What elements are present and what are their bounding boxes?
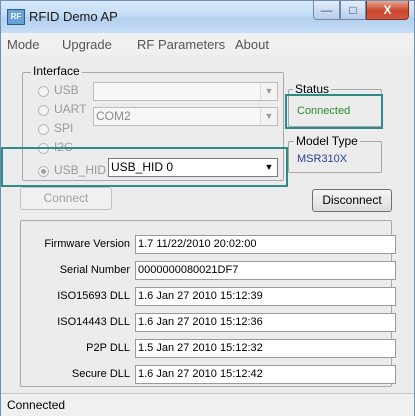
close-button[interactable]: X (366, 1, 409, 20)
radio-uart[interactable] (38, 105, 49, 116)
connect-button[interactable]: Connect (20, 187, 112, 210)
serial-number-label: Serial Number (59, 264, 130, 276)
iso15693-dll-label: ISO15693 DLL (57, 290, 130, 302)
disconnect-button[interactable]: Disconnect (312, 189, 392, 212)
app-window: RF RFID Demo AP — □ X Mode Upgrade RF Pa… (0, 0, 415, 416)
firmware-version-label: Firmware Version (44, 238, 130, 250)
window-title: RFID Demo AP (29, 9, 118, 24)
chevron-down-icon[interactable]: ▼ (260, 83, 277, 100)
radio-usb[interactable] (38, 86, 49, 97)
firmware-version-field: 1.7 11/22/2010 20:02:00 (135, 235, 396, 254)
interface-group-label: Interface (31, 64, 82, 78)
p2p-dll-field: 1.5 Jan 27 2010 15:12:32 (135, 339, 396, 358)
status-value: Connected (297, 105, 351, 117)
minimize-button[interactable]: — (313, 1, 340, 20)
iso14443-dll-field: 1.6 Jan 27 2010 15:12:36 (135, 313, 396, 332)
uart-port-combo-value: COM2 (96, 109, 131, 123)
usb-hid-highlight (1, 147, 288, 187)
menu-bar: Mode Upgrade RF Parameters About (1, 33, 414, 55)
status-bar: Connected (1, 393, 414, 416)
device-info-group: Firmware Version 1.7 11/22/2010 20:02:00… (20, 220, 396, 387)
serial-number-field: 0000000080021DF7 (135, 261, 396, 280)
menu-mode[interactable]: Mode (7, 37, 40, 52)
radio-uart-label: UART (54, 102, 87, 116)
chevron-down-icon[interactable]: ▼ (260, 108, 277, 125)
radio-spi[interactable] (38, 124, 49, 135)
rfid-app-icon: RF (7, 9, 25, 25)
menu-rf-parameters[interactable]: RF Parameters (137, 37, 225, 52)
menu-about[interactable]: About (235, 37, 269, 52)
status-bar-text: Connected (7, 398, 66, 412)
model-type-label: Model Type (294, 134, 360, 148)
title-bar[interactable]: RF RFID Demo AP — □ X (1, 1, 414, 33)
p2p-dll-label: P2P DLL (86, 342, 130, 354)
maximize-button[interactable]: □ (340, 1, 366, 20)
secure-dll-label: Secure DLL (71, 368, 130, 380)
usb-device-combo[interactable]: ▼ (93, 82, 278, 101)
radio-usb-label: USB (54, 83, 79, 97)
iso15693-dll-field: 1.6 Jan 27 2010 15:12:39 (135, 287, 396, 306)
model-type-value: MSR310X (297, 153, 348, 165)
uart-port-combo[interactable]: COM2 ▼ (93, 107, 278, 126)
iso14443-dll-label: ISO14443 DLL (57, 316, 130, 328)
menu-upgrade[interactable]: Upgrade (62, 37, 112, 52)
secure-dll-field: 1.6 Jan 27 2010 15:12:42 (135, 365, 396, 384)
radio-spi-label: SPI (54, 121, 74, 135)
